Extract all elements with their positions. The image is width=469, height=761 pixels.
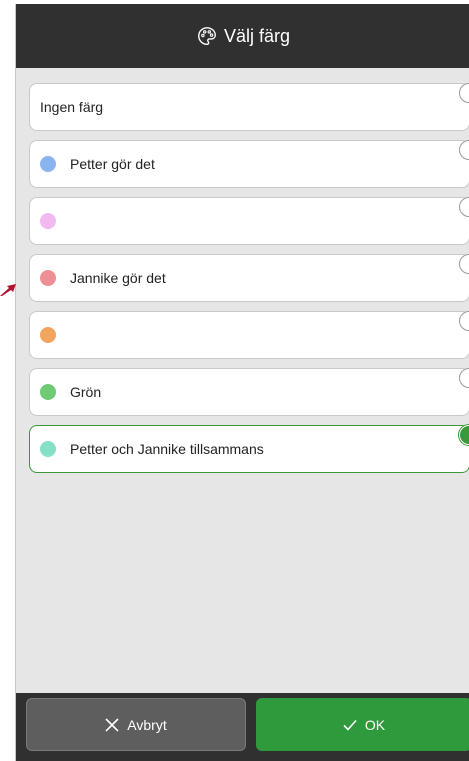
ok-button[interactable]: OK	[256, 698, 469, 751]
cancel-button-label: Avbryt	[127, 716, 167, 733]
color-swatch	[40, 270, 56, 286]
radio-button[interactable]	[459, 197, 469, 217]
radio-button-selected[interactable]	[459, 425, 469, 445]
color-option-green[interactable]: Grön	[29, 368, 469, 416]
color-option-red[interactable]: Jannike gör det	[29, 254, 469, 302]
color-swatch	[40, 441, 56, 457]
color-swatch	[40, 327, 56, 343]
color-swatch	[40, 384, 56, 400]
dialog-header: Välj färg	[16, 4, 469, 68]
cancel-button[interactable]: Avbryt	[26, 698, 246, 751]
radio-button[interactable]	[459, 83, 469, 103]
color-option-label: Ingen färg	[40, 99, 104, 115]
color-picker-dialog: Välj färg Ingen färg Petter gör det Jann…	[15, 4, 469, 761]
color-option-ingen-farg[interactable]: Ingen färg	[29, 83, 469, 131]
ok-button-label: OK	[364, 716, 386, 733]
color-option-list: Ingen färg Petter gör det Jannike gör de…	[29, 83, 469, 482]
color-option-label: Grön	[70, 384, 102, 400]
color-option-blue[interactable]: Petter gör det	[29, 140, 469, 188]
radio-button[interactable]	[459, 311, 469, 331]
color-option-pink[interactable]	[29, 197, 469, 245]
radio-button[interactable]	[459, 140, 469, 160]
radio-button[interactable]	[459, 254, 469, 274]
dialog-title: Välj färg	[223, 25, 291, 46]
color-swatch	[40, 213, 56, 229]
radio-button[interactable]	[459, 368, 469, 388]
color-option-label: Jannike gör det	[70, 270, 166, 286]
checkmark-icon	[343, 719, 357, 731]
pointer-arrow-icon	[0, 284, 16, 296]
color-option-orange[interactable]	[29, 311, 469, 359]
close-icon	[105, 717, 119, 732]
palette-icon	[198, 27, 216, 45]
color-option-label: Petter gör det	[70, 156, 155, 172]
dialog-footer: Avbryt OK	[16, 693, 469, 761]
header-title-group: Välj färg	[196, 25, 290, 47]
color-option-teal[interactable]: Petter och Jannike tillsammans	[29, 425, 469, 473]
color-option-label: Petter och Jannike tillsammans	[70, 441, 264, 457]
color-swatch	[40, 156, 56, 172]
